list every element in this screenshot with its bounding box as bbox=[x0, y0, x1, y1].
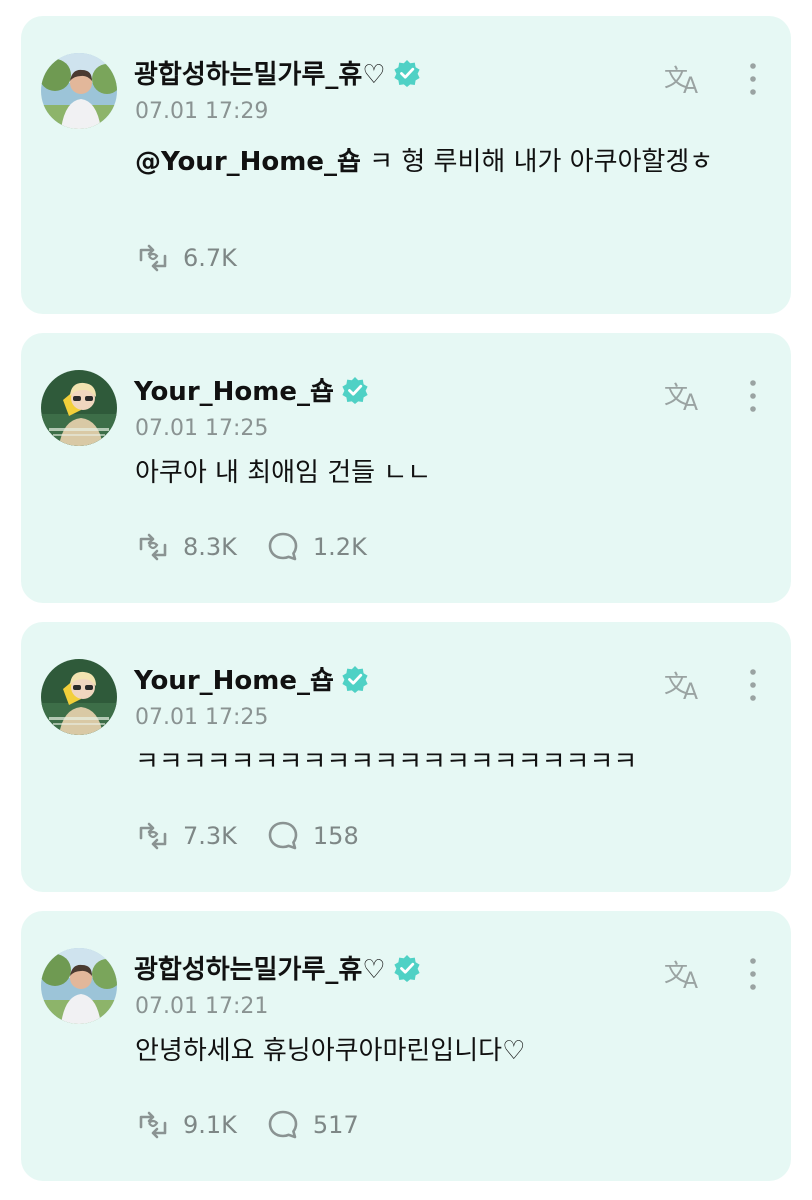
repost-count: 9.1K bbox=[183, 1111, 237, 1139]
comment-count: 158 bbox=[312, 822, 359, 850]
comment-count: 517 bbox=[312, 1111, 359, 1139]
svg-text:A: A bbox=[683, 74, 698, 96]
translate-icon[interactable]: 文A bbox=[663, 377, 707, 416]
more-vertical-icon[interactable] bbox=[743, 668, 763, 702]
more-vertical-icon[interactable] bbox=[743, 379, 763, 413]
avatar[interactable] bbox=[41, 370, 117, 446]
avatar[interactable] bbox=[41, 948, 117, 1024]
avatar-sunglasses-image bbox=[41, 370, 117, 446]
repost-icon bbox=[139, 244, 167, 272]
avatar-sunglasses-image bbox=[41, 659, 117, 735]
post-text: 아쿠아 내 최애임 건들 ㄴㄴ bbox=[135, 458, 432, 488]
post-text: @Your_Home_숍 ㅋ 형 루비해 내가 아쿠아할겡ㅎ bbox=[135, 144, 765, 181]
avatar[interactable] bbox=[41, 659, 117, 735]
verified-badge-icon bbox=[393, 59, 421, 87]
username[interactable]: Your_Home_숍 bbox=[134, 660, 334, 697]
comment-button[interactable]: 158 bbox=[265, 818, 359, 854]
post-stats: 9.1K 517 bbox=[135, 1107, 387, 1143]
translate-icon[interactable]: 文A bbox=[663, 955, 707, 994]
post-card[interactable]: Your_Home_숍 07.01 17:25 文A ㅋㅋㅋㅋㅋㅋㅋㅋㅋㅋㅋㅋㅋ… bbox=[21, 622, 791, 892]
repost-button[interactable]: 8.3K bbox=[135, 529, 237, 565]
avatar[interactable] bbox=[41, 53, 117, 129]
post-body: ㅋ 형 루비해 내가 아쿠아할겡ㅎ bbox=[360, 147, 714, 177]
comment-icon bbox=[268, 821, 298, 850]
post-time: 07.01 17:25 bbox=[135, 705, 269, 730]
more-vertical-icon[interactable] bbox=[743, 62, 763, 96]
post-stats: 8.3K 1.2K bbox=[135, 529, 395, 565]
username[interactable]: 광합성하는밀가루_휴♡ bbox=[134, 54, 386, 91]
avatar-outdoor-image bbox=[41, 948, 117, 1024]
post-stats: 7.3K 158 bbox=[135, 818, 387, 854]
comment-button[interactable]: 517 bbox=[265, 1107, 359, 1143]
post-stats: 6.7K bbox=[135, 240, 265, 276]
author-row: 광합성하는밀가루_휴♡ bbox=[134, 949, 421, 986]
translate-icon[interactable]: 文A bbox=[663, 666, 707, 705]
svg-text:A: A bbox=[683, 969, 698, 991]
repost-count: 8.3K bbox=[183, 533, 237, 561]
verified-badge-icon bbox=[393, 954, 421, 982]
svg-text:A: A bbox=[683, 680, 698, 702]
username[interactable]: Your_Home_숍 bbox=[134, 371, 334, 408]
author-row: Your_Home_숍 bbox=[134, 660, 369, 697]
comment-count: 1.2K bbox=[312, 533, 367, 561]
post-card[interactable]: 광합성하는밀가루_휴♡ 07.01 17:21 文A 안녕하세요 휴닝아쿠아마린… bbox=[21, 911, 791, 1181]
repost-count: 6.7K bbox=[183, 244, 237, 272]
comment-icon bbox=[268, 532, 298, 561]
repost-icon bbox=[139, 1111, 167, 1139]
verified-badge-icon bbox=[341, 665, 369, 693]
repost-button[interactable]: 7.3K bbox=[135, 818, 237, 854]
repost-button[interactable]: 9.1K bbox=[135, 1107, 237, 1143]
comment-icon bbox=[268, 1110, 298, 1139]
more-vertical-icon[interactable] bbox=[743, 957, 763, 991]
repost-count: 7.3K bbox=[183, 822, 237, 850]
repost-icon bbox=[139, 822, 167, 850]
repost-button[interactable]: 6.7K bbox=[135, 240, 237, 276]
post-card[interactable]: Your_Home_숍 07.01 17:25 文A 아쿠아 내 최애임 건들 … bbox=[21, 333, 791, 603]
comment-button[interactable]: 1.2K bbox=[265, 529, 367, 565]
verified-badge-icon bbox=[341, 376, 369, 404]
post-time: 07.01 17:29 bbox=[135, 99, 269, 124]
post-time: 07.01 17:21 bbox=[135, 994, 269, 1019]
post-card[interactable]: 광합성하는밀가루_휴♡ 07.01 17:29 文A @Your_Home_숍 … bbox=[21, 16, 791, 314]
avatar-outdoor-image bbox=[41, 53, 117, 129]
translate-icon[interactable]: 文A bbox=[663, 60, 707, 99]
author-row: Your_Home_숍 bbox=[134, 371, 369, 408]
post-time: 07.01 17:25 bbox=[135, 416, 269, 441]
post-text: ㅋㅋㅋㅋㅋㅋㅋㅋㅋㅋㅋㅋㅋㅋㅋㅋㅋㅋㅋㅋㅋ bbox=[135, 747, 638, 777]
username[interactable]: 광합성하는밀가루_휴♡ bbox=[134, 949, 386, 986]
post-text: 안녕하세요 휴닝아쿠아마린입니다♡ bbox=[135, 1036, 526, 1066]
svg-text:A: A bbox=[683, 391, 698, 413]
author-row: 광합성하는밀가루_휴♡ bbox=[134, 54, 421, 91]
post-feed: 광합성하는밀가루_휴♡ 07.01 17:29 文A @Your_Home_숍 … bbox=[0, 0, 812, 1200]
repost-icon bbox=[139, 533, 167, 561]
mention-link[interactable]: @Your_Home_숍 bbox=[135, 147, 361, 177]
